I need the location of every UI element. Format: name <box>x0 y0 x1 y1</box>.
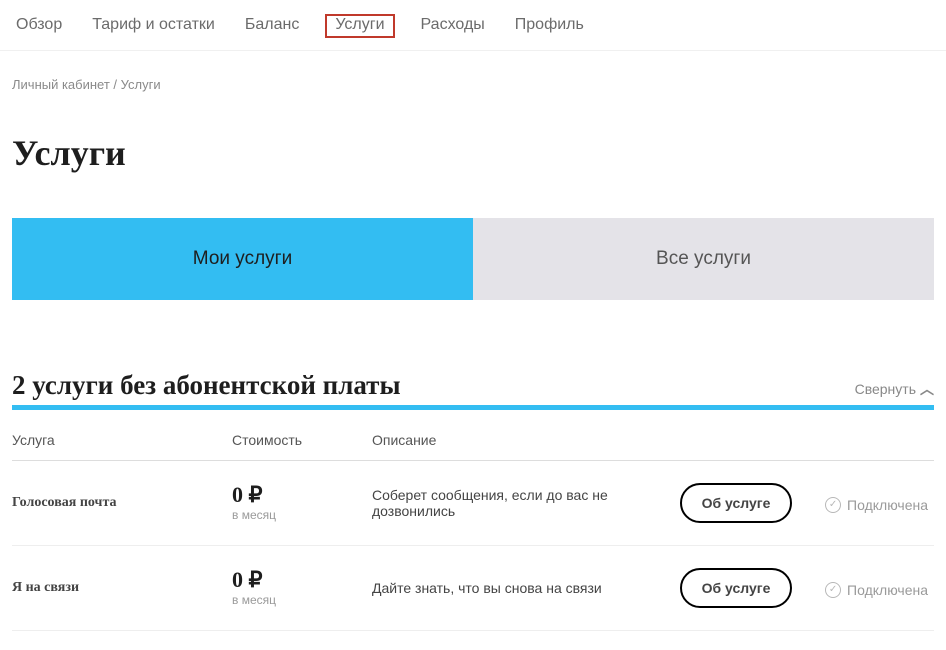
breadcrumb-sep: / <box>110 77 121 92</box>
service-price: 0 ₽ <box>232 569 366 591</box>
service-name: Голосовая почта <box>12 461 232 546</box>
nav-overview[interactable]: Обзор <box>12 14 66 38</box>
top-navigation: Обзор Тариф и остатки Баланс Услуги Расх… <box>0 0 946 51</box>
section-title: 2 услуги без абонентской платы <box>12 370 401 401</box>
collapse-toggle[interactable]: Свернуть ︿ <box>855 379 934 399</box>
services-table: Услуга Стоимость Описание Голосовая почт… <box>12 432 934 631</box>
service-tabs: Мои услуги Все услуги <box>12 218 934 300</box>
status-label: Подключена <box>847 497 928 513</box>
tab-all-services[interactable]: Все услуги <box>473 218 934 300</box>
status-badge: ✓ Подключена <box>825 497 928 513</box>
breadcrumb-current: Услуги <box>121 77 161 92</box>
check-icon: ✓ <box>825 582 841 598</box>
chevron-up-icon: ︿ <box>920 379 934 399</box>
service-price: 0 ₽ <box>232 484 366 506</box>
nav-services[interactable]: Услуги <box>325 14 394 38</box>
page-title: Услуги <box>12 132 934 174</box>
service-period: в месяц <box>232 508 366 522</box>
service-name: Я на связи <box>12 546 232 631</box>
table-row: Я на связи 0 ₽ в месяц Дайте знать, что … <box>12 546 934 631</box>
th-service: Услуга <box>12 432 232 461</box>
status-label: Подключена <box>847 582 928 598</box>
collapse-label: Свернуть <box>855 381 916 397</box>
service-desc: Соберет сообщения, если до вас не дозвон… <box>372 461 674 546</box>
breadcrumb: Личный кабинет / Услуги <box>12 77 934 92</box>
about-service-button[interactable]: Об услуге <box>680 483 793 523</box>
breadcrumb-root[interactable]: Личный кабинет <box>12 77 110 92</box>
th-desc: Описание <box>372 432 674 461</box>
nav-profile[interactable]: Профиль <box>511 14 588 38</box>
nav-tariff[interactable]: Тариф и остатки <box>88 14 219 38</box>
about-service-button[interactable]: Об услуге <box>680 568 793 608</box>
nav-expenses[interactable]: Расходы <box>417 14 489 38</box>
status-badge: ✓ Подключена <box>825 582 928 598</box>
service-desc: Дайте знать, что вы снова на связи <box>372 546 674 631</box>
th-cost: Стоимость <box>232 432 372 461</box>
tab-my-services[interactable]: Мои услуги <box>12 218 473 300</box>
check-icon: ✓ <box>825 497 841 513</box>
service-period: в месяц <box>232 593 366 607</box>
table-row: Голосовая почта 0 ₽ в месяц Соберет сооб… <box>12 461 934 546</box>
nav-balance[interactable]: Баланс <box>241 14 303 38</box>
section-header: 2 услуги без абонентской платы Свернуть … <box>12 370 934 410</box>
